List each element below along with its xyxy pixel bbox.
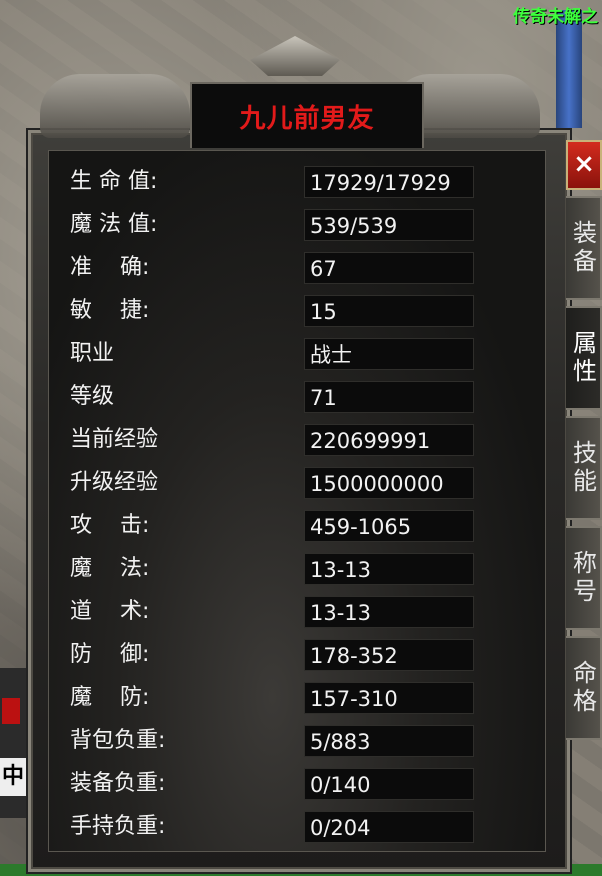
stat-label: 魔 法 值: bbox=[70, 212, 158, 237]
sign-red-mark bbox=[2, 698, 20, 724]
tab-0[interactable]: 装备 bbox=[566, 196, 602, 300]
stat-label: 道 术: bbox=[70, 599, 150, 624]
stat-row: 升级经验 1500000000 bbox=[40, 466, 500, 500]
crest-ornament bbox=[250, 36, 340, 76]
stat-row: 魔 防: 157-310 bbox=[40, 681, 500, 715]
sign-char: 中 bbox=[0, 758, 26, 796]
stat-value: 67 bbox=[304, 252, 474, 284]
character-name: 九儿前男友 bbox=[239, 103, 375, 134]
stat-value: 178-352 bbox=[304, 639, 474, 671]
stat-label: 背包负重: bbox=[70, 728, 166, 753]
stat-row: 装备负重: 0/140 bbox=[40, 767, 500, 801]
stat-value: 0/204 bbox=[304, 811, 474, 843]
stat-row: 等级 71 bbox=[40, 380, 500, 414]
title-frame: 九儿前男友 bbox=[40, 36, 540, 148]
stat-row: 道 术: 13-13 bbox=[40, 595, 500, 629]
stat-label: 魔 防: bbox=[70, 685, 150, 710]
stat-label: 当前经验 bbox=[70, 427, 159, 452]
stat-value: 459-1065 bbox=[304, 510, 474, 542]
stat-label: 生 命 值: bbox=[70, 169, 158, 194]
dragon-ornament-left bbox=[40, 74, 190, 138]
top-banner-text: 传奇未解之 bbox=[513, 7, 598, 27]
stat-label: 升级经验 bbox=[70, 470, 159, 495]
stat-label: 等级 bbox=[70, 384, 115, 409]
stat-row: 职业 战士 bbox=[40, 337, 500, 371]
close-button[interactable]: × bbox=[566, 140, 602, 190]
stat-row: 手持负重: 0/204 bbox=[40, 810, 500, 844]
stat-value: 战士 bbox=[304, 338, 474, 370]
stat-row: 攻 击: 459-1065 bbox=[40, 509, 500, 543]
tab-4[interactable]: 命格 bbox=[566, 636, 602, 740]
stat-value: 17929/17929 bbox=[304, 166, 474, 198]
left-side-sign: 中 bbox=[0, 668, 28, 818]
stat-label: 职业 bbox=[70, 341, 115, 366]
stat-row: 背包负重: 5/883 bbox=[40, 724, 500, 758]
tab-label: 装备 bbox=[568, 220, 597, 276]
tab-label: 技能 bbox=[568, 440, 597, 496]
tab-2[interactable]: 技能 bbox=[566, 416, 602, 520]
stat-label: 魔 法: bbox=[70, 556, 150, 581]
tab-3[interactable]: 称号 bbox=[566, 526, 602, 630]
stat-label: 手持负重: bbox=[70, 814, 166, 839]
stat-label: 攻 击: bbox=[70, 513, 150, 538]
stat-label: 敏 捷: bbox=[70, 298, 150, 323]
stat-value: 71 bbox=[304, 381, 474, 413]
stat-row: 生 命 值: 17929/17929 bbox=[40, 165, 500, 199]
stat-value: 15 bbox=[304, 295, 474, 327]
stat-value: 0/140 bbox=[304, 768, 474, 800]
stat-row: 敏 捷: 15 bbox=[40, 294, 500, 328]
stat-value: 157-310 bbox=[304, 682, 474, 714]
tab-label: 命格 bbox=[568, 660, 597, 716]
stat-label: 防 御: bbox=[70, 642, 150, 667]
stat-value: 539/539 bbox=[304, 209, 474, 241]
stat-label: 装备负重: bbox=[70, 771, 166, 796]
stat-value: 13-13 bbox=[304, 596, 474, 628]
tab-label: 称号 bbox=[568, 550, 597, 606]
stat-value: 5/883 bbox=[304, 725, 474, 757]
stat-row: 魔 法 值: 539/539 bbox=[40, 208, 500, 242]
stat-row: 防 御: 178-352 bbox=[40, 638, 500, 672]
tab-label: 属性 bbox=[568, 330, 597, 386]
stat-value: 1500000000 bbox=[304, 467, 474, 499]
stat-row: 准 确: 67 bbox=[40, 251, 500, 285]
title-box: 九儿前男友 bbox=[190, 82, 424, 148]
stat-row: 魔 法: 13-13 bbox=[40, 552, 500, 586]
stat-label: 准 确: bbox=[70, 255, 150, 280]
stat-row: 当前经验 220699991 bbox=[40, 423, 500, 457]
stat-value: 220699991 bbox=[304, 424, 474, 456]
tab-1[interactable]: 属性 bbox=[566, 306, 602, 410]
stat-value: 13-13 bbox=[304, 553, 474, 585]
